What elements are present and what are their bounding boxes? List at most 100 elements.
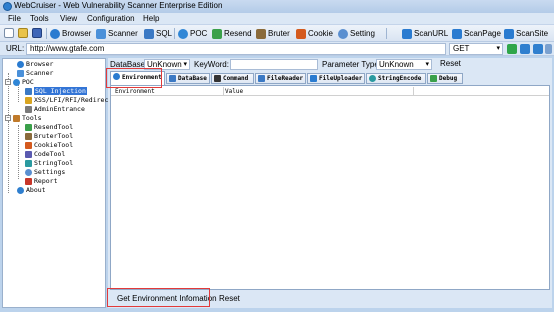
overflow-icon[interactable]: [545, 44, 552, 54]
tree-item-browser[interactable]: Browser: [17, 60, 53, 68]
tree-line: [18, 85, 19, 102]
filter-bar: DataBase: UnKnown ▾ KeyWord: Parameter T…: [108, 58, 552, 70]
stop-icon[interactable]: [533, 44, 543, 54]
resend-button[interactable]: Resend: [212, 27, 252, 40]
tree-item-xss[interactable]: XSS/LFI/RFI/Redirect: [25, 96, 112, 104]
tree-item-tools[interactable]: − Tools: [5, 114, 42, 122]
tree-item-code-tool[interactable]: CodeTool: [25, 150, 65, 158]
save-icon[interactable]: [32, 28, 42, 38]
file-uploader-icon: [310, 75, 317, 82]
scanner-label: Scanner: [108, 29, 138, 38]
menu-file[interactable]: File: [8, 14, 21, 23]
menu-help[interactable]: Help: [143, 14, 159, 23]
tree-item-admin-entrance[interactable]: AdminEntrance: [25, 105, 85, 113]
collapse-icon[interactable]: −: [5, 79, 11, 85]
app-icon: [3, 2, 12, 11]
xss-icon: [25, 96, 32, 104]
scanner-icon: [17, 69, 24, 77]
open-folder-icon[interactable]: [18, 28, 28, 38]
database-icon: [169, 75, 176, 82]
scanpage-button[interactable]: ScanPage: [452, 27, 501, 40]
poc-icon: [13, 78, 20, 86]
scansite-button[interactable]: ScanSite: [504, 27, 548, 40]
string-icon: [25, 159, 32, 167]
column-divider[interactable]: [413, 87, 414, 95]
browser-label: Browser: [62, 29, 92, 38]
chevron-down-icon: ▾: [496, 45, 500, 52]
sql-button[interactable]: SQL: [144, 27, 172, 40]
scan-site-icon: [504, 28, 514, 39]
tab-label: FileReader: [267, 75, 304, 82]
tree-item-poc[interactable]: − POC: [5, 78, 34, 86]
tab-fileuploader[interactable]: FileUploader: [307, 73, 365, 84]
setting-label: Setting: [350, 29, 375, 38]
menu-configuration[interactable]: Configuration: [87, 14, 135, 23]
tree-label: Report: [34, 177, 58, 185]
tree-label: CodeTool: [34, 150, 66, 158]
tree-item-resend-tool[interactable]: ResendTool: [25, 123, 73, 131]
tree-label: BruterTool: [34, 132, 74, 140]
menu-view[interactable]: View: [60, 14, 77, 23]
tree-item-about[interactable]: About: [17, 186, 46, 194]
tab-stringencode[interactable]: StringEncode: [366, 73, 426, 84]
cookie-button[interactable]: Cookie: [296, 27, 333, 40]
tab-label: FileUploader: [319, 75, 363, 82]
tree-label: POC: [22, 78, 34, 86]
code-icon: [25, 150, 32, 158]
bruter-button[interactable]: Bruter: [256, 27, 290, 40]
bottom-reset-button[interactable]: Reset: [219, 293, 240, 306]
report-icon: [25, 177, 32, 185]
globe-icon: [17, 60, 24, 68]
column-header-environment[interactable]: Environment: [115, 88, 155, 95]
url-bar: URL: http://www.gtafe.com GET ▾: [0, 42, 554, 56]
menu-tools[interactable]: Tools: [30, 14, 49, 23]
gear-icon: [338, 28, 348, 39]
url-input[interactable]: http://www.gtafe.com: [26, 43, 446, 55]
scanurl-label: ScanURL: [414, 29, 449, 38]
scanner-button[interactable]: Scanner: [96, 27, 138, 40]
pause-icon[interactable]: [520, 44, 530, 54]
method-value: GET: [453, 44, 470, 53]
tab-database[interactable]: DataBase: [166, 73, 210, 84]
keyword-input[interactable]: [230, 59, 318, 70]
database-icon: [144, 28, 154, 39]
setting-button[interactable]: Setting: [338, 27, 375, 40]
new-file-icon[interactable]: [4, 28, 14, 38]
tree-item-sql-injection[interactable]: SQL Injection: [25, 87, 87, 95]
environment-grid[interactable]: Environment Value: [110, 85, 550, 290]
gear-icon: [25, 168, 32, 176]
tree-label: CookieTool: [34, 141, 74, 149]
tree-item-settings[interactable]: Settings: [25, 168, 65, 176]
tools-icon: [13, 114, 20, 122]
go-icon[interactable]: [507, 44, 517, 54]
tree-item-cookie-tool[interactable]: CookieTool: [25, 141, 73, 149]
poc-label: POC: [190, 29, 208, 38]
tree-item-report[interactable]: Report: [25, 177, 57, 185]
method-select[interactable]: GET ▾: [449, 43, 503, 55]
collapse-icon[interactable]: −: [5, 115, 11, 121]
tree-label: SQL Injection: [34, 87, 87, 95]
annotation-highlight: [107, 288, 210, 307]
admin-icon: [25, 105, 32, 113]
tree-label: StringTool: [34, 159, 74, 167]
browser-button[interactable]: Browser: [50, 27, 91, 40]
tree-item-string-tool[interactable]: StringTool: [25, 159, 73, 167]
column-divider[interactable]: [223, 87, 224, 95]
bruter-label: Bruter: [268, 29, 290, 38]
scanpage-label: ScanPage: [464, 29, 501, 38]
tree-label: About: [26, 186, 46, 194]
filter-reset-button[interactable]: Reset: [436, 59, 465, 70]
tab-debug[interactable]: Debug: [427, 73, 463, 84]
tree-item-bruter-tool[interactable]: BruterTool: [25, 132, 73, 140]
tree-item-scanner[interactable]: Scanner: [17, 69, 53, 77]
scanurl-button[interactable]: ScanURL: [402, 27, 448, 40]
scansite-label: ScanSite: [516, 29, 549, 38]
tab-command[interactable]: Command: [211, 73, 254, 84]
toolbar-separator: [386, 28, 387, 39]
parameter-type-select[interactable]: UnKnown ▾: [376, 59, 432, 70]
tab-filereader[interactable]: FileReader: [255, 73, 306, 84]
scan-page-icon: [452, 28, 462, 39]
poc-button[interactable]: POC: [178, 27, 207, 40]
debug-icon: [430, 75, 437, 82]
column-header-value[interactable]: Value: [225, 88, 243, 95]
